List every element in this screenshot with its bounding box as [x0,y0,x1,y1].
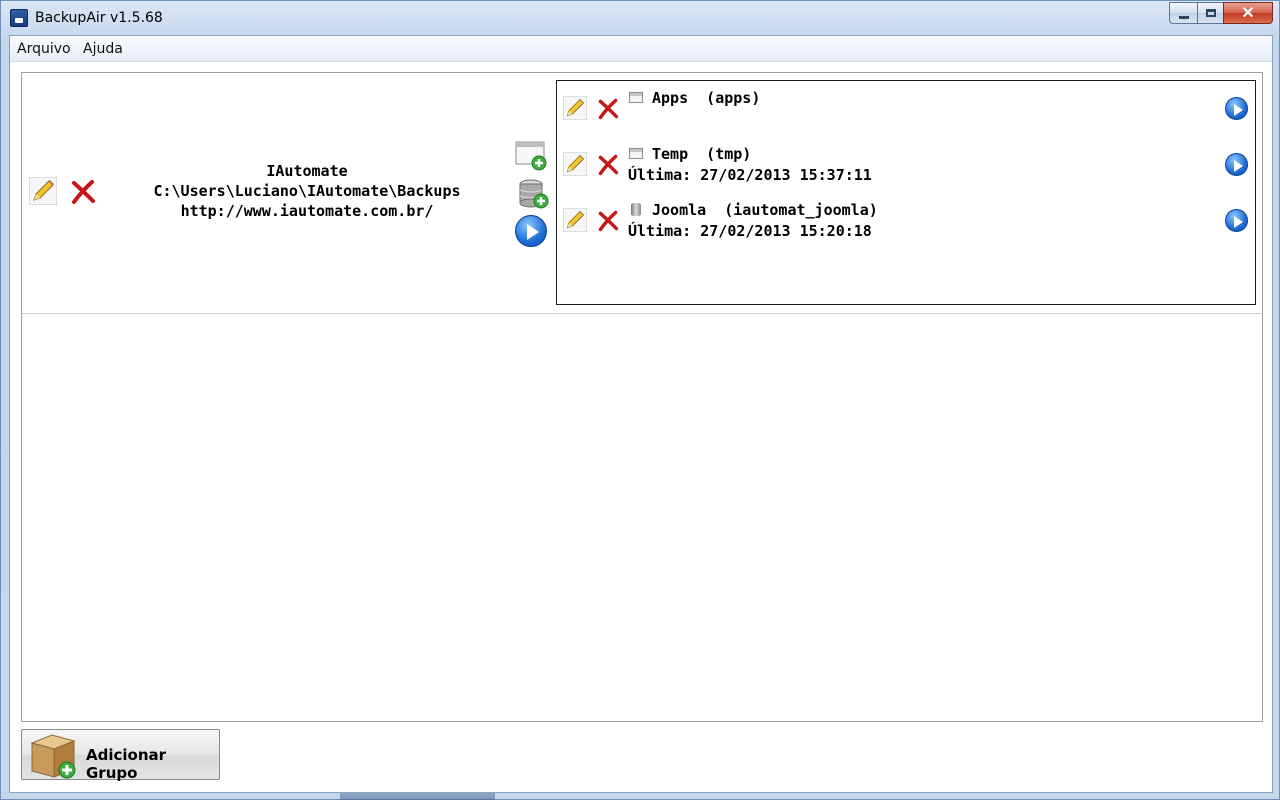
taskbar-edge [340,793,495,800]
add-group-label: Adicionar Grupo [86,746,167,782]
caption-buttons: ✕ [1169,2,1273,24]
folder-job-icon [629,148,643,159]
minimize-icon [1178,15,1189,19]
group-path: C:\Users\Luciano\IAutomate\Backups [153,182,461,200]
job-name: Joomla (iautomat_joomla) [652,201,878,219]
job-name: Apps (apps) [652,89,761,107]
group-name: IAutomate [266,162,348,180]
close-icon: ✕ [1241,5,1255,22]
group-url: http://www.iautomate.com.br/ [180,202,434,220]
window-title: BackupAir v1.5.68 [35,10,163,26]
job-last-run: Última: 27/02/2013 15:37:11 [628,166,872,184]
title-bar[interactable]: BackupAir v1.5.68 ✕ [1,1,1279,35]
groups-panel: IAutomate C:\Users\Luciano\IAutomate\Bac… [21,72,1263,722]
job-name: Temp (tmp) [652,145,752,163]
delete-job-icon[interactable] [597,98,619,120]
menu-bar: Arquivo Ajuda [10,36,1272,62]
delete-job-icon[interactable] [597,210,619,232]
bottom-toolbar: Adicionar Grupo [10,722,1272,792]
menu-ajuda[interactable]: Ajuda [83,41,123,57]
maximize-icon [1205,9,1216,17]
jobs-panel: Apps (apps) Temp (tmp) Última: 27/02/201… [556,80,1256,305]
menu-arquivo[interactable]: Arquivo [17,41,71,57]
client-area: Arquivo Ajuda IAutomate C:\Users\Luciano… [9,35,1273,793]
delete-group-icon[interactable] [70,179,96,205]
group-info: IAutomate C:\Users\Luciano\IAutomate\Bac… [112,161,502,221]
app-icon[interactable] [10,9,28,27]
add-group-button[interactable]: Adicionar Grupo [21,729,220,782]
edit-job-icon[interactable] [563,152,587,176]
run-job-icon[interactable] [1225,209,1248,232]
job-last-run: Última: 27/02/2013 15:20:18 [628,222,872,240]
edit-job-icon[interactable] [563,96,587,120]
folder-job-icon [629,92,643,103]
group-row: IAutomate C:\Users\Luciano\IAutomate\Bac… [22,73,1262,314]
minimize-button[interactable] [1169,2,1197,24]
run-job-icon[interactable] [1225,97,1248,120]
edit-job-icon[interactable] [563,208,587,232]
run-job-icon[interactable] [1225,153,1248,176]
app-window: BackupAir v1.5.68 ✕ Arquivo Ajuda IAutom… [0,0,1280,800]
database-job-icon [631,203,641,216]
run-group-icon[interactable] [515,215,547,247]
edit-group-icon[interactable] [29,177,57,205]
box-add-icon [30,734,76,779]
close-button[interactable]: ✕ [1223,2,1273,24]
maximize-button[interactable] [1197,2,1223,24]
delete-job-icon[interactable] [597,154,619,176]
add-database-job-icon[interactable] [517,179,549,209]
add-folder-job-icon[interactable] [515,141,547,171]
